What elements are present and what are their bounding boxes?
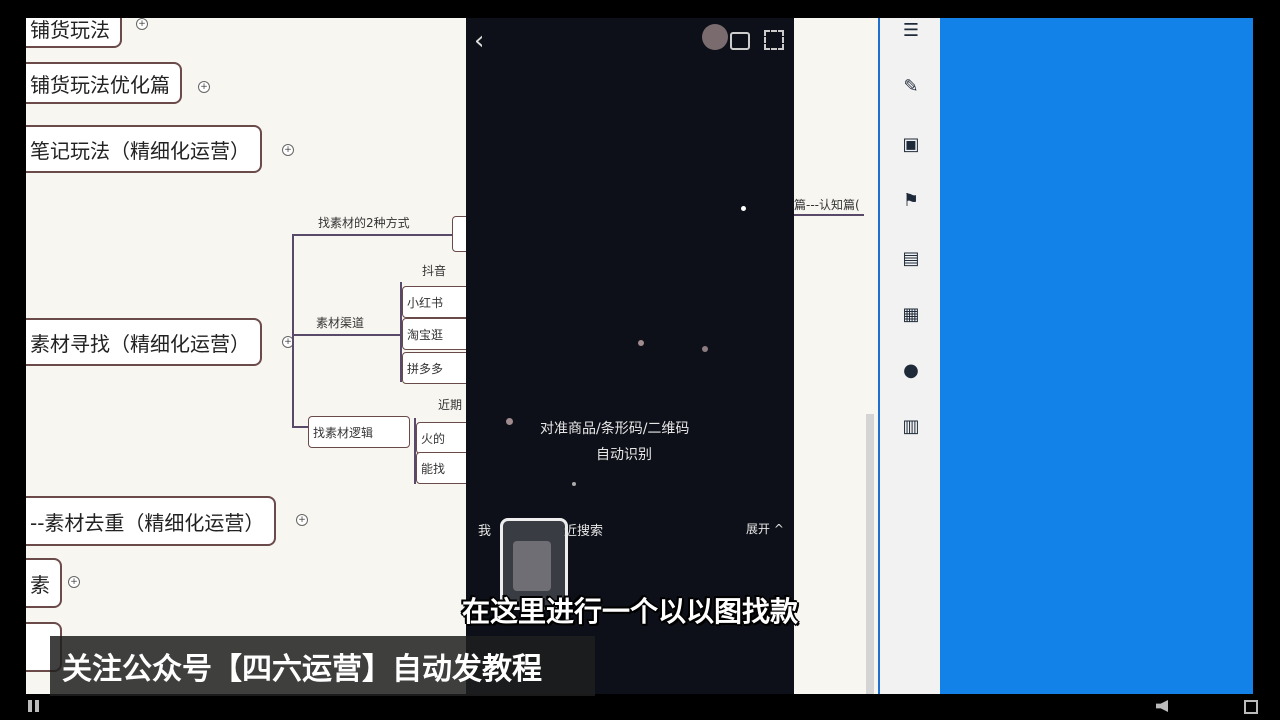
vertical-toolbar: ☰ ✎ ▣ ⚑ ▤ ▦ ● ▥: [878, 18, 940, 694]
pause-icon[interactable]: [28, 700, 32, 712]
recent-search-label[interactable]: 近搜索: [564, 520, 603, 539]
fullscreen-icon[interactable]: [764, 30, 784, 50]
connector-line: [794, 214, 864, 216]
thumbnail-figure: [513, 541, 551, 591]
volume-icon[interactable]: [1156, 700, 1168, 712]
node-label: 铺货玩法: [30, 18, 110, 42]
list-tree-icon[interactable]: ☰: [900, 20, 922, 42]
mindmap-node-puhuo[interactable]: 铺货玩法: [26, 18, 122, 48]
mindmap-node-su[interactable]: 素: [26, 558, 62, 608]
expand-icon[interactable]: +: [68, 576, 80, 588]
clipboard-icon[interactable]: ▥: [900, 416, 922, 438]
flag-icon[interactable]: ⚑: [900, 190, 922, 212]
mindmap-node-material-find[interactable]: 素材寻找（精细化运营）: [26, 318, 262, 366]
sparkle-dot: [702, 346, 708, 352]
subnode-label: 小红书: [407, 295, 444, 310]
node-label: 素: [30, 572, 50, 597]
subnode-hot[interactable]: 火的: [416, 422, 466, 454]
pause-icon[interactable]: [35, 700, 39, 712]
node-label: --素材去重（精细化运营）: [30, 510, 265, 535]
brush-icon[interactable]: ✎: [900, 76, 922, 98]
expand-icon[interactable]: +: [282, 144, 294, 156]
fullscreen-toggle-icon[interactable]: [1244, 700, 1258, 714]
subnode-label: 能找: [421, 461, 446, 476]
label-douyin: 抖音: [422, 264, 447, 278]
expand-icon[interactable]: +: [296, 514, 308, 526]
image-icon[interactable]: ▣: [900, 134, 922, 156]
sparkle-dot: [506, 418, 513, 425]
document-icon[interactable]: ▦: [900, 304, 922, 326]
label-recent: 近期: [438, 398, 463, 412]
subnode-can-find[interactable]: 能找: [416, 452, 466, 484]
expand-icon[interactable]: +: [136, 18, 148, 30]
bottom-left-label[interactable]: 我: [478, 520, 491, 539]
subnode-box[interactable]: [452, 216, 466, 252]
scan-hint-line1: 对准商品/条形码/二维码: [540, 421, 690, 437]
subnode-label: 火的: [421, 431, 446, 446]
camera-icon[interactable]: [730, 32, 750, 50]
side-document[interactable]: 篇---认知篇(: [794, 18, 878, 694]
video-subtitle: 在这里进行一个以以图找款: [462, 595, 799, 628]
label-find-two-ways: 找素材的2种方式: [318, 216, 410, 230]
label-channels: 素材渠道: [316, 316, 365, 330]
connector-line: [292, 234, 452, 236]
subnode-label: 拼多多: [407, 361, 444, 376]
subnode-taobao[interactable]: 淘宝逛: [402, 318, 466, 350]
connector-line: [292, 234, 294, 426]
keyboard-icon[interactable]: ▤: [900, 248, 922, 270]
mindmap-canvas[interactable]: 铺货玩法 + 铺货玩法优化篇 + 笔记玩法（精细化运营） + 素材寻找（精细化运…: [26, 18, 466, 694]
chat-icon[interactable]: ●: [900, 360, 922, 382]
subnode-label: 淘宝逛: [407, 327, 444, 342]
subnode-label: 找素材逻辑: [313, 425, 374, 440]
expand-button[interactable]: 展开 ^: [746, 520, 784, 537]
scrollbar[interactable]: [866, 414, 874, 694]
doc-fragment-text: 篇---认知篇(: [794, 198, 860, 212]
scan-hint-line2: 自动识别: [596, 447, 652, 463]
promo-banner: 关注公众号【四六运营】自动发教程: [50, 636, 595, 696]
subnode-xiaohongshu[interactable]: 小红书: [402, 286, 466, 318]
sparkle-dot: [741, 206, 746, 211]
expand-icon[interactable]: +: [198, 81, 210, 93]
blue-side-panel: [940, 18, 1253, 694]
connector-line: [292, 334, 402, 336]
node-label: 铺货玩法优化篇: [30, 72, 170, 97]
back-icon[interactable]: ‹: [474, 26, 484, 56]
node-label: 素材寻找（精细化运营）: [30, 331, 250, 356]
sparkle-dot: [638, 340, 644, 346]
mindmap-node-notes[interactable]: 笔记玩法（精细化运营）: [26, 125, 262, 173]
sparkle-dot: [572, 482, 576, 486]
node-label: 笔记玩法（精细化运营）: [30, 138, 250, 163]
mindmap-node-dedupe[interactable]: --素材去重（精细化运营）: [26, 496, 277, 546]
subnode-find-logic[interactable]: 找素材逻辑: [308, 416, 410, 448]
touch-indicator: [702, 24, 728, 50]
mindmap-node-puhuo-opt[interactable]: 铺货玩法优化篇: [26, 62, 182, 104]
subnode-pinduoduo[interactable]: 拼多多: [402, 352, 466, 384]
player-bottom-bar: [0, 694, 1280, 720]
connector-line: [292, 426, 308, 428]
